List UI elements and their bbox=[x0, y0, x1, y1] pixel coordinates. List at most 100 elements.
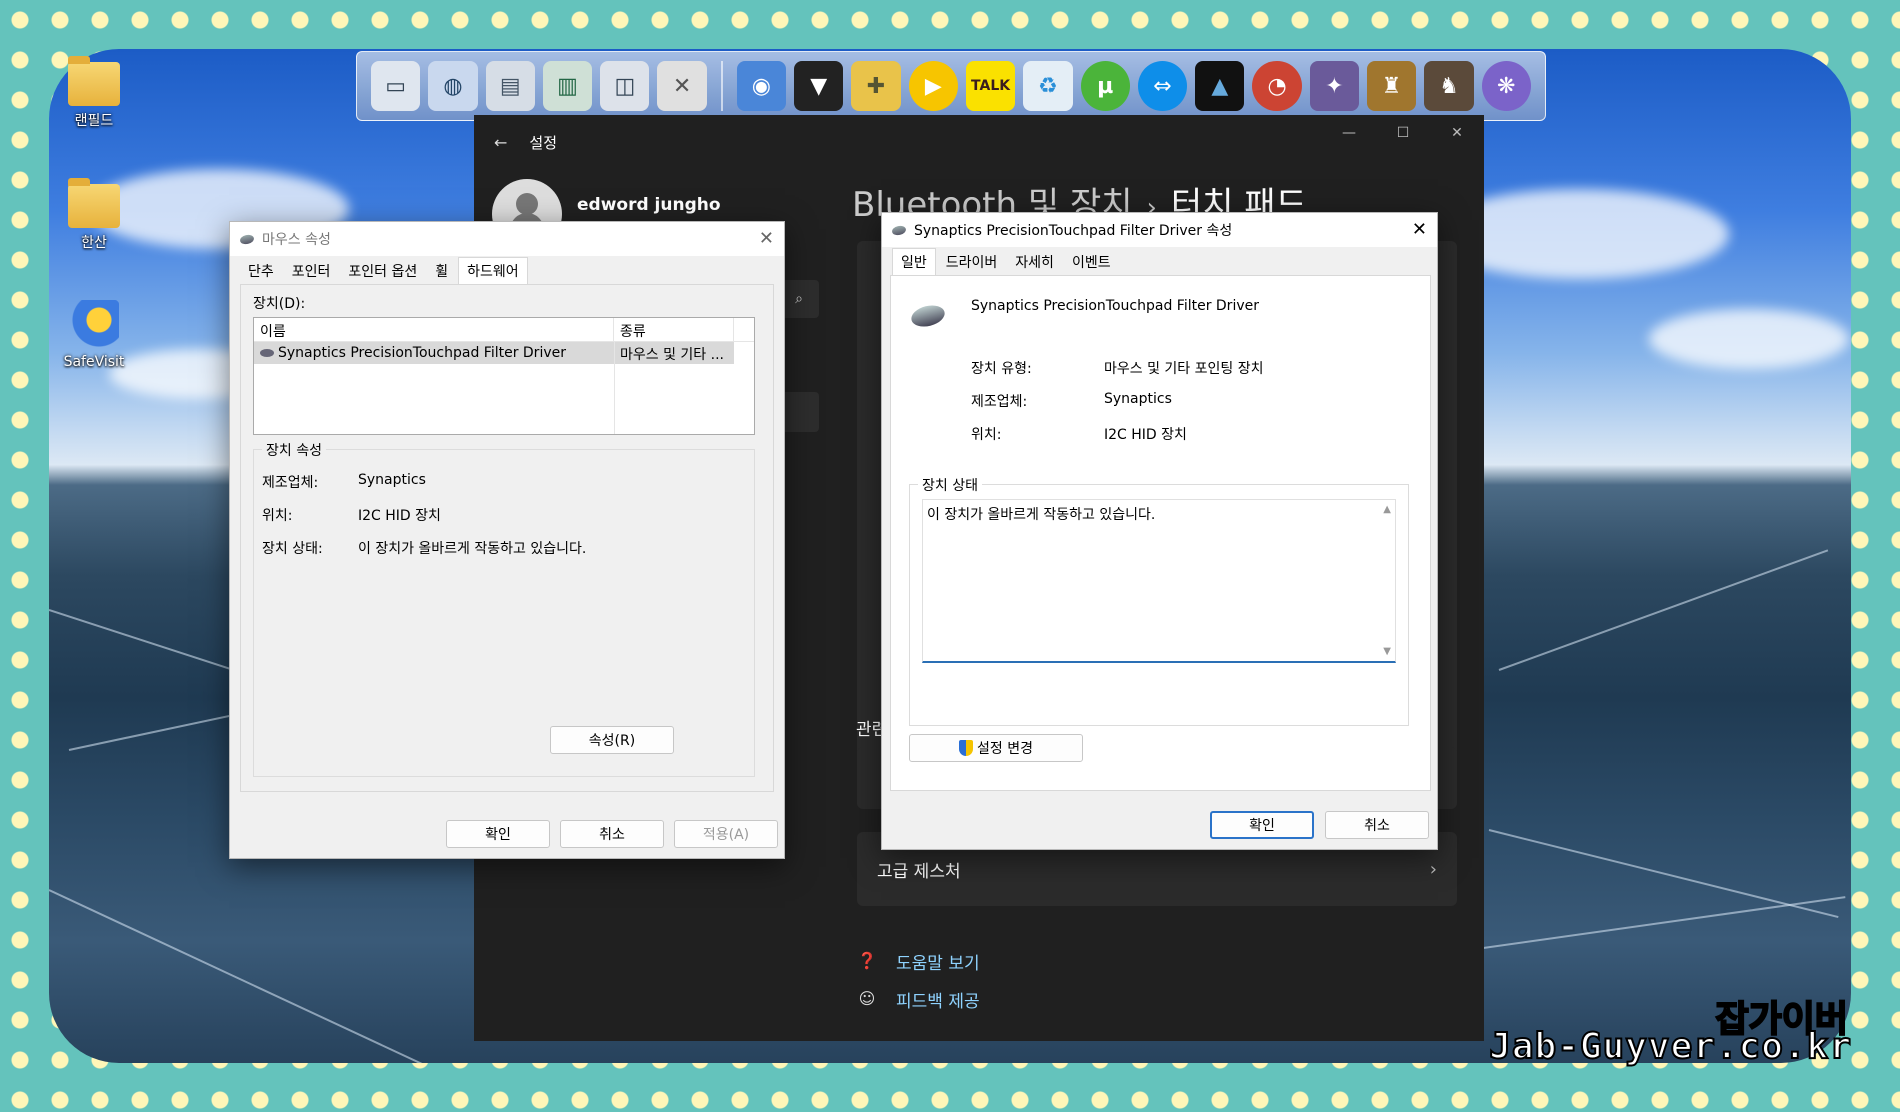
tab-details[interactable]: 자세히 bbox=[1007, 249, 1062, 275]
properties-button[interactable]: 속성(R) bbox=[550, 726, 674, 754]
settings-title: 설정 bbox=[529, 134, 558, 152]
feedback-person-icon: ☺ bbox=[858, 988, 876, 1008]
chevron-right-icon: › bbox=[1429, 858, 1437, 880]
close-icon[interactable]: ✕ bbox=[1430, 115, 1484, 151]
tab-pointers[interactable]: 포인터 bbox=[284, 258, 339, 284]
globe-icon[interactable]: ◍ bbox=[428, 61, 478, 111]
manufacturer-value: Synaptics bbox=[1104, 391, 1172, 407]
status-value: 이 장치가 올바르게 작동하고 있습니다. bbox=[358, 541, 587, 557]
change-settings-button[interactable]: 설정 변경 bbox=[909, 734, 1083, 762]
desktop-icon-safevisit[interactable]: SafeVisit bbox=[54, 300, 134, 370]
desktop-icon-folder-1[interactable]: 랜필드 bbox=[54, 56, 134, 130]
uac-shield-icon bbox=[959, 740, 973, 756]
kakaotalk-label: TALK bbox=[971, 78, 1011, 94]
feedback-link[interactable]: ☺ 피드백 제공 bbox=[856, 987, 980, 1013]
tab-wheel[interactable]: 휠 bbox=[427, 258, 456, 284]
maximize-icon[interactable]: ☐ bbox=[1376, 115, 1430, 151]
watermark-site: Jab-Guyver.co.kr bbox=[1488, 1025, 1852, 1068]
tab-hardware[interactable]: 하드웨어 bbox=[458, 257, 528, 284]
cancel-button[interactable]: 취소 bbox=[1325, 811, 1429, 839]
monitor-icon[interactable]: ▭ bbox=[371, 61, 421, 111]
table-row[interactable]: Synaptics PrecisionTouchpad Filter Drive… bbox=[254, 342, 734, 364]
dialog-titlebar: Synaptics PrecisionTouchpad Filter Drive… bbox=[882, 213, 1437, 247]
device-status-group: 장치 상태 이 장치가 올바르게 작동하고 있습니다. ▲ ▼ bbox=[909, 475, 1409, 726]
help-link[interactable]: ❓ 도움말 보기 bbox=[856, 949, 980, 975]
location-label: 위치: bbox=[262, 508, 293, 524]
tree-icon[interactable]: ❋ bbox=[1481, 61, 1531, 111]
manufacturer-label: 제조업체: bbox=[262, 475, 319, 491]
dialog-titlebar: 마우스 속성 bbox=[230, 222, 784, 256]
group-title: 장치 속성 bbox=[262, 440, 326, 460]
manufacturer-value: Synaptics bbox=[358, 472, 426, 488]
ok-button[interactable]: 확인 bbox=[446, 820, 550, 848]
gauge-icon[interactable]: ◔ bbox=[1252, 61, 1302, 111]
mouse-properties-dialog: 마우스 속성 ✕ 단추 포인터 포인터 옵션 휠 하드웨어 장치(D): 이름 … bbox=[229, 221, 785, 859]
desktop-icon-label: 랜필드 bbox=[74, 113, 114, 129]
kakaotalk-icon[interactable]: TALK bbox=[965, 61, 1016, 111]
triangle-app-icon[interactable]: ▲ bbox=[1195, 61, 1245, 111]
status-textarea[interactable]: 이 장치가 올바르게 작동하고 있습니다. ▲ ▼ bbox=[922, 499, 1396, 663]
tab-buttons[interactable]: 단추 bbox=[240, 258, 282, 284]
mouse-icon bbox=[260, 349, 274, 357]
ok-button[interactable]: 확인 bbox=[1210, 811, 1314, 839]
hammer-wrench-icon[interactable]: ✚ bbox=[851, 61, 901, 111]
column-type[interactable]: 종류 bbox=[614, 318, 734, 341]
dialog-title: Synaptics PrecisionTouchpad Filter Drive… bbox=[914, 223, 1233, 239]
tab-content: 장치(D): 이름 종류 Synaptics PrecisionTouchpad… bbox=[240, 284, 774, 792]
close-icon[interactable]: ✕ bbox=[1412, 219, 1427, 240]
dock-separator bbox=[720, 61, 723, 111]
folder-icon bbox=[68, 56, 120, 106]
dock-toolbar: ▭ ◍ ▤ ▥ ◫ ✕ ◉ ▼ ✚ ▶ TALK ♻ µ ⇔ ▲ ◔ ✦ ♜ ♞… bbox=[356, 51, 1546, 121]
search-icon[interactable]: ⌕ bbox=[779, 280, 819, 318]
utorrent-icon[interactable]: µ bbox=[1080, 61, 1130, 111]
document-icon[interactable]: ▤ bbox=[485, 61, 535, 111]
location-value: I2C HID 장치 bbox=[1104, 427, 1187, 443]
teamviewer-icon[interactable]: ⇔ bbox=[1137, 61, 1188, 111]
cancel-button[interactable]: 취소 bbox=[560, 820, 664, 848]
group-title: 장치 상태 bbox=[918, 475, 982, 495]
location-value: I2C HID 장치 bbox=[358, 508, 441, 524]
dialog-title: 마우스 속성 bbox=[262, 232, 331, 248]
tab-driver[interactable]: 드라이버 bbox=[938, 249, 1006, 275]
tshirt-icon[interactable]: ▼ bbox=[794, 61, 844, 111]
tools-icon[interactable]: ✕ bbox=[657, 61, 707, 111]
tab-events[interactable]: 이벤트 bbox=[1064, 249, 1119, 275]
desktop-icon-label: SafeVisit bbox=[63, 354, 125, 370]
desktop-icon-folder-2[interactable]: 한산 bbox=[54, 178, 134, 252]
tab-pointer-options[interactable]: 포인터 옵션 bbox=[340, 258, 425, 284]
folder-network-icon[interactable]: ▥ bbox=[542, 61, 593, 111]
shield-shortcut-icon bbox=[69, 300, 119, 350]
device-name-cell: Synaptics PrecisionTouchpad Filter Drive… bbox=[254, 342, 614, 364]
ice-crack bbox=[1468, 896, 1846, 951]
apply-button[interactable]: 적용(A) bbox=[674, 820, 778, 848]
play-icon[interactable]: ▶ bbox=[908, 61, 958, 111]
nav-selected-item[interactable] bbox=[779, 392, 819, 432]
ice-crack bbox=[49, 889, 431, 1063]
disk-icon[interactable]: ◫ bbox=[600, 61, 650, 111]
earth-icon[interactable]: ◉ bbox=[736, 61, 787, 111]
close-icon[interactable]: ✕ bbox=[759, 228, 774, 249]
status-label: 장치 상태: bbox=[262, 541, 323, 557]
recycle-icon[interactable]: ♻ bbox=[1023, 61, 1073, 111]
desktop-icon-label: 한산 bbox=[81, 235, 107, 251]
help-chat-icon: ❓ bbox=[857, 950, 877, 970]
folder-icon bbox=[68, 178, 120, 228]
tab-general[interactable]: 일반 bbox=[892, 248, 936, 275]
device-properties-group: 장치 속성 제조업체: Synaptics 위치: I2C HID 장치 장치 … bbox=[253, 440, 755, 777]
cloud bbox=[1649, 309, 1849, 369]
minimize-icon[interactable]: — bbox=[1322, 115, 1376, 151]
feedback-link-label: 피드백 제공 bbox=[896, 992, 980, 1012]
device-list[interactable]: 이름 종류 Synaptics PrecisionTouchpad Filter… bbox=[253, 317, 755, 435]
devices-label: 장치(D): bbox=[253, 296, 306, 312]
back-arrow-icon[interactable]: ← bbox=[494, 133, 507, 152]
game-icon-1[interactable]: ✦ bbox=[1309, 61, 1360, 111]
user-name: edword jungho bbox=[577, 195, 721, 215]
scroll-up-icon[interactable]: ▲ bbox=[1383, 504, 1391, 515]
mouse-icon bbox=[891, 224, 907, 236]
column-name[interactable]: 이름 bbox=[254, 318, 614, 341]
status-text: 이 장치가 올바르게 작동하고 있습니다. bbox=[927, 507, 1156, 523]
device-type-label: 장치 유형: bbox=[971, 361, 1032, 377]
game-icon-3[interactable]: ♞ bbox=[1424, 61, 1474, 111]
scroll-down-icon[interactable]: ▼ bbox=[1383, 646, 1391, 657]
game-icon-2[interactable]: ♜ bbox=[1367, 61, 1417, 111]
